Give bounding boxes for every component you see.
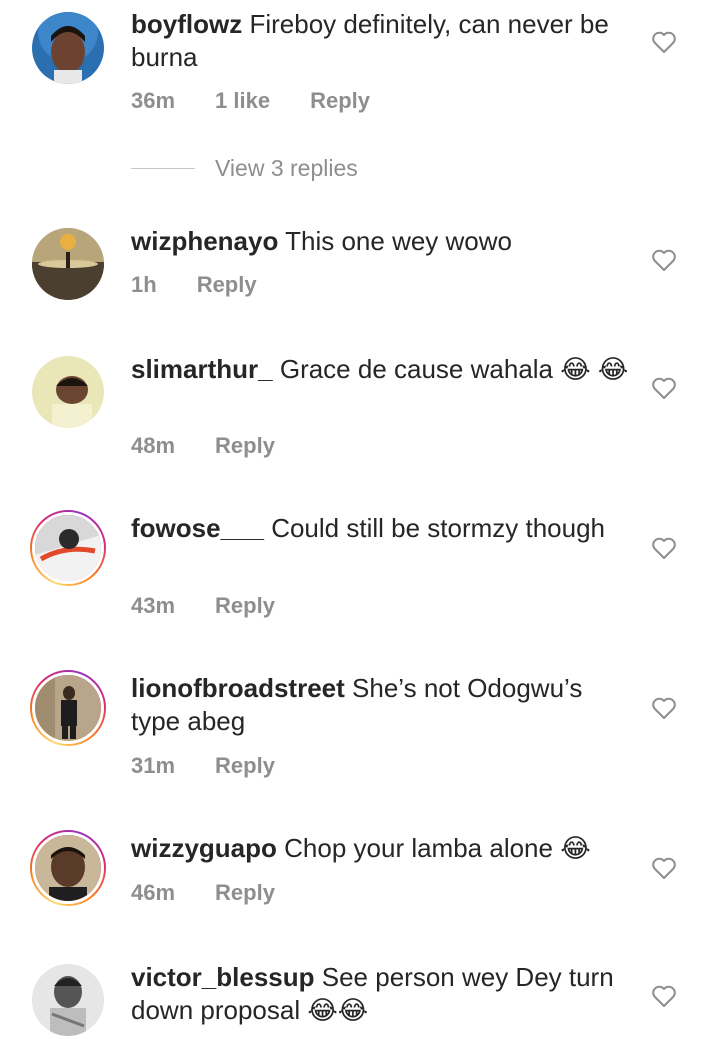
comment-timestamp: 43m: [131, 593, 176, 618]
comment-username[interactable]: wizphenayo: [131, 226, 278, 256]
reply-button[interactable]: Reply: [215, 433, 275, 459]
avatar[interactable]: [30, 962, 106, 1038]
story-ring-avatar[interactable]: [30, 670, 106, 746]
comment-meta: 46m Reply: [131, 880, 315, 906]
comment-username[interactable]: slimarthur_: [131, 354, 273, 384]
comment-body: This one wey wowo: [285, 226, 513, 256]
comment-meta: 36m 1 like Reply: [131, 88, 410, 114]
comment-timestamp: 1h: [131, 272, 157, 297]
heart-outline-icon[interactable]: [651, 376, 677, 400]
comment-timestamp: 36m: [131, 88, 176, 113]
heart-outline-icon[interactable]: [651, 984, 677, 1008]
heart-outline-icon[interactable]: [651, 30, 677, 54]
reply-button[interactable]: Reply: [215, 593, 275, 619]
comment-text: fowose___ Could still be stormzy though: [131, 512, 631, 545]
avatar[interactable]: [30, 226, 106, 302]
comment-username[interactable]: fowose___: [131, 513, 264, 543]
comment-username[interactable]: wizzyguapo: [131, 833, 277, 863]
view-replies-link[interactable]: View 3 replies: [131, 155, 358, 182]
comment-text: boyflowz Fireboy definitely, can never b…: [131, 8, 631, 74]
reply-button[interactable]: Reply: [197, 272, 257, 298]
comment-meta: 48m Reply: [131, 433, 315, 459]
heart-outline-icon[interactable]: [651, 248, 677, 272]
comment-body: Grace de cause wahala 😂 😂: [279, 354, 629, 384]
comment-meta: 43m Reply: [131, 593, 315, 619]
story-ring-avatar[interactable]: [30, 510, 106, 586]
comment-username[interactable]: boyflowz: [131, 9, 242, 39]
reply-button[interactable]: Reply: [215, 753, 275, 779]
comment-text: wizzyguapo Chop your lamba alone 😂: [131, 832, 631, 865]
comment-timestamp: 48m: [131, 433, 176, 458]
comment-body: Chop your lamba alone 😂: [284, 833, 591, 863]
view-replies-label: View 3 replies: [215, 155, 358, 181]
divider: [131, 168, 195, 169]
avatar[interactable]: [30, 10, 106, 86]
story-ring-avatar[interactable]: [30, 830, 106, 906]
heart-outline-icon[interactable]: [651, 696, 677, 720]
comment-text: lionofbroadstreet She’s not Odogwu’s typ…: [131, 672, 631, 738]
comment-likes-count[interactable]: 1 like: [215, 88, 270, 114]
reply-button[interactable]: Reply: [310, 88, 370, 114]
comment-meta: 1h Reply: [131, 272, 297, 298]
avatar[interactable]: [30, 354, 106, 430]
heart-outline-icon[interactable]: [651, 536, 677, 560]
comment-timestamp: 31m: [131, 753, 176, 778]
comment-timestamp: 46m: [131, 880, 176, 905]
comment-text: victor_blessup See person wey Dey turn d…: [131, 961, 631, 1027]
comment-username[interactable]: victor_blessup: [131, 962, 315, 992]
comment-meta: 31m Reply: [131, 753, 315, 779]
comment-text: slimarthur_ Grace de cause wahala 😂 😂: [131, 353, 631, 386]
comment-text: wizphenayo This one wey wowo: [131, 225, 631, 258]
comment-body: Could still be stormzy though: [271, 513, 606, 543]
comment-username[interactable]: lionofbroadstreet: [131, 673, 345, 703]
heart-outline-icon[interactable]: [651, 856, 677, 880]
reply-button[interactable]: Reply: [215, 880, 275, 906]
